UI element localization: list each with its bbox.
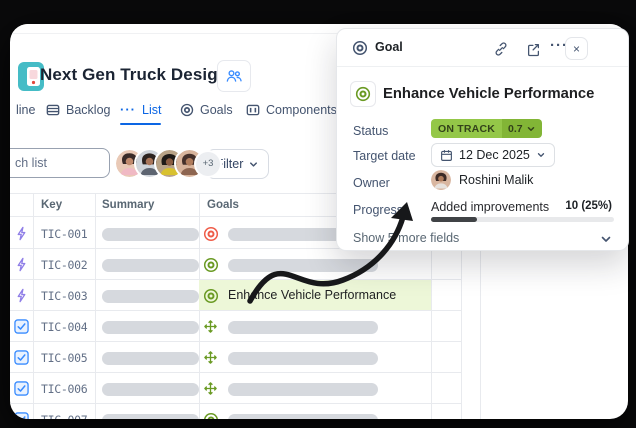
tab-backlog-label: Backlog — [66, 103, 110, 117]
issue-key[interactable]: TIC-007 — [41, 413, 87, 419]
issue-type-icon — [14, 350, 30, 366]
table-row[interactable]: TIC-003 Enhance Vehicle Performance — [10, 280, 461, 311]
status-badge-text: ON TRACK — [431, 119, 502, 138]
issue-type-icon — [14, 381, 30, 397]
tab-timeline-label: line — [16, 103, 35, 117]
table-row[interactable]: TIC-004 — [10, 311, 461, 342]
list-icon: ··· — [120, 102, 136, 117]
summary-placeholder — [102, 352, 199, 365]
issue-key[interactable]: TIC-001 — [41, 227, 87, 241]
status-score: 0.7 — [508, 123, 523, 135]
chevron-down-icon — [536, 150, 546, 160]
goal-icon — [203, 350, 219, 366]
popup-header: Goal ··· × — [337, 29, 628, 67]
goal-icon-box — [350, 81, 376, 107]
table-row[interactable]: TIC-006 — [10, 373, 461, 404]
table-row[interactable]: TIC-002 — [10, 249, 461, 280]
tab-goals[interactable]: Goals — [180, 98, 233, 122]
chevron-down-icon — [248, 159, 259, 170]
progress-value: 10 (25%) — [565, 200, 612, 212]
goal-icon — [203, 257, 219, 273]
summary-placeholder — [102, 414, 199, 420]
status-label: Status — [353, 124, 388, 138]
goal-target-icon — [180, 103, 194, 117]
tab-components-label: Components — [266, 103, 337, 117]
progress-bar — [431, 217, 614, 222]
summary-placeholder — [102, 321, 199, 334]
issue-key[interactable]: TIC-002 — [41, 258, 87, 272]
issue-key[interactable]: TIC-003 — [41, 289, 87, 303]
goal-placeholder — [228, 321, 378, 334]
issue-key[interactable]: TIC-005 — [41, 351, 87, 365]
tab-list[interactable]: ··· List — [120, 98, 161, 122]
tab-backlog[interactable]: Backlog — [46, 98, 110, 122]
target-date-value: 12 Dec 2025 — [459, 148, 530, 162]
people-icon — [225, 67, 243, 85]
progress-metric-name: Added improvements — [431, 200, 549, 214]
target-date-label: Target date — [353, 149, 416, 163]
goal-icon — [203, 288, 219, 304]
chevron-down-icon — [526, 124, 536, 134]
summary-placeholder — [102, 383, 199, 396]
copy-link-icon[interactable] — [491, 39, 511, 59]
tab-timeline[interactable]: line — [16, 98, 35, 122]
components-icon — [246, 103, 260, 117]
goal-placeholder — [228, 352, 378, 365]
issue-type-icon — [14, 257, 30, 273]
tab-components[interactable]: Components — [246, 98, 337, 122]
table-row[interactable]: TIC-005 — [10, 342, 461, 373]
goal-title: Enhance Vehicle Performance — [383, 81, 594, 107]
summary-placeholder — [102, 290, 199, 303]
goal-placeholder — [228, 414, 378, 420]
progress-bar-fill — [431, 217, 477, 222]
column-header-key[interactable]: Key — [41, 199, 62, 211]
column-header-goals[interactable]: Goals — [207, 199, 239, 211]
tab-goals-label: Goals — [200, 103, 233, 117]
popup-type-label: Goal — [375, 40, 403, 54]
issue-type-icon — [14, 319, 30, 335]
table-row[interactable]: TIC-007 — [10, 404, 461, 419]
goal-icon — [203, 226, 219, 242]
close-icon[interactable]: × — [565, 37, 588, 60]
avatar — [431, 170, 451, 190]
backlog-icon — [46, 103, 60, 117]
owner-value[interactable]: Roshini Malik — [431, 170, 533, 190]
issue-key[interactable]: TIC-006 — [41, 382, 87, 396]
open-in-new-icon[interactable] — [523, 39, 543, 59]
goal-link[interactable]: Enhance Vehicle Performance — [228, 288, 396, 302]
summary-placeholder — [102, 228, 199, 241]
goal-placeholder — [228, 383, 378, 396]
search-input[interactable]: ch list — [10, 148, 110, 178]
issue-type-icon — [14, 226, 30, 242]
calendar-icon — [440, 149, 453, 162]
goal-target-icon — [352, 40, 368, 56]
chevron-down-icon[interactable] — [600, 233, 612, 245]
show-more-fields[interactable]: Show 5 more fields — [353, 231, 459, 245]
target-date-button[interactable]: 12 Dec 2025 — [431, 143, 555, 167]
issue-type-icon — [14, 412, 30, 419]
summary-placeholder — [102, 259, 199, 272]
owner-label: Owner — [353, 176, 390, 190]
tab-list-label: List — [142, 103, 161, 117]
goal-icon — [203, 381, 219, 397]
goal-placeholder — [228, 259, 378, 272]
column-header-summary[interactable]: Summary — [102, 199, 154, 211]
page-title: Next Gen Truck Design — [40, 60, 228, 90]
goal-popup: Goal ··· × Enhance Vehicle Performance S… — [336, 28, 629, 251]
goal-icon — [203, 319, 219, 335]
share-team-button[interactable] — [217, 60, 251, 92]
avatar-group[interactable]: +3 — [116, 150, 220, 177]
status-badge[interactable]: ON TRACK 0.7 — [431, 119, 542, 138]
owner-name: Roshini Malik — [459, 173, 533, 187]
goal-icon — [203, 412, 219, 420]
progress-label: Progress — [353, 203, 403, 217]
issue-key[interactable]: TIC-004 — [41, 320, 87, 334]
issue-type-icon — [14, 288, 30, 304]
avatar-overflow-badge[interactable]: +3 — [196, 152, 220, 176]
